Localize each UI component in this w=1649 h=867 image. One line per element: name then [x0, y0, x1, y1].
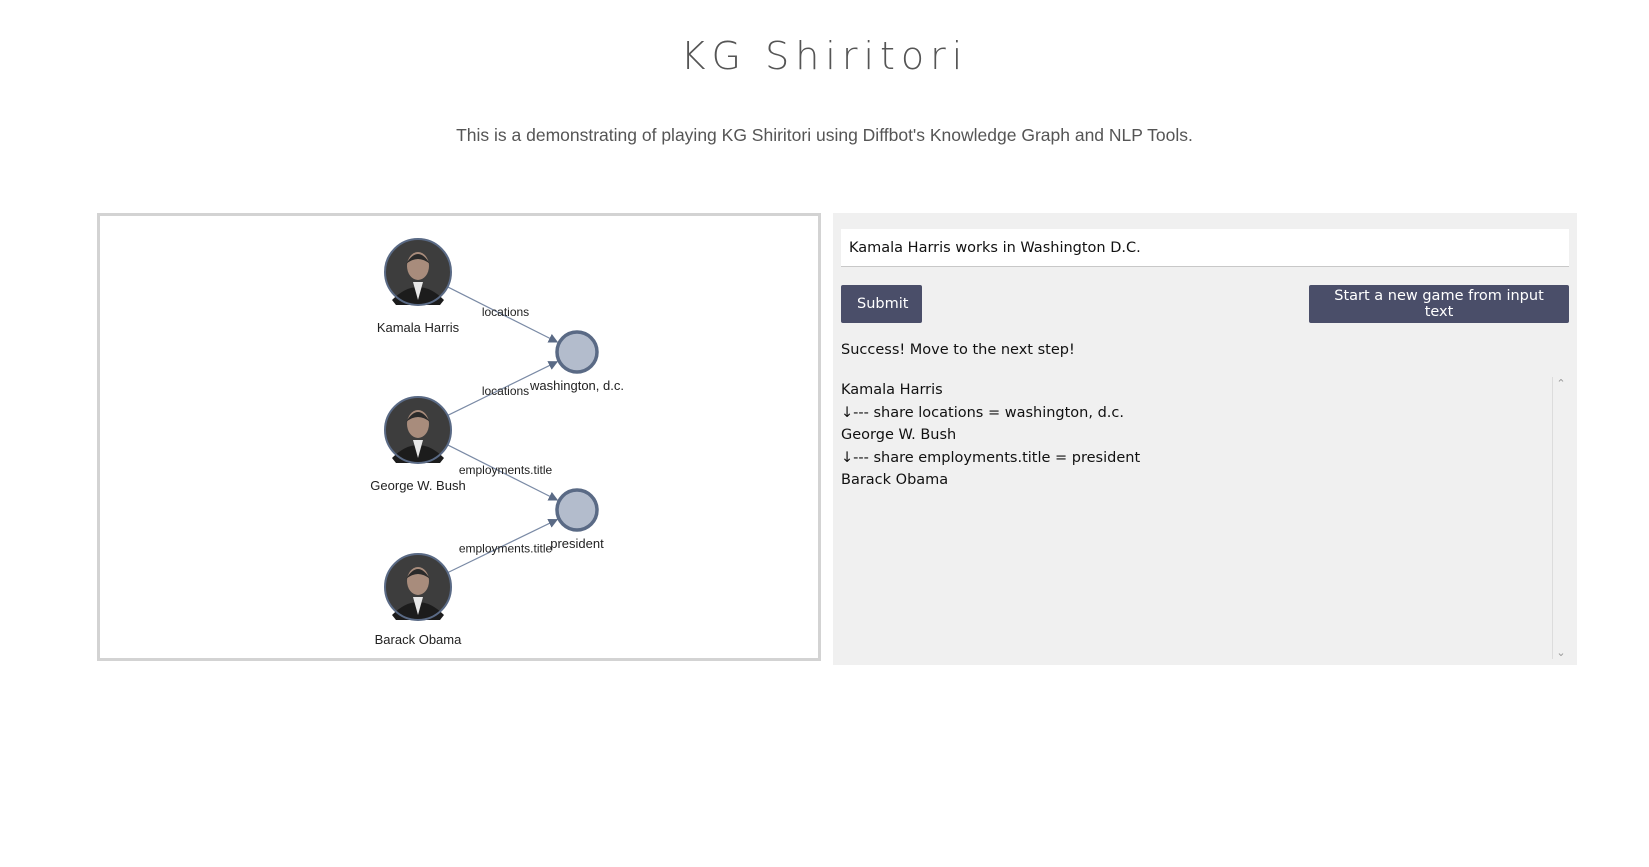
chain-line: Barack Obama [841, 472, 949, 488]
scroll-down-icon[interactable]: ⌄ [1553, 646, 1569, 659]
graph-canvas[interactable]: locations locations employments.title emplo… [100, 216, 818, 658]
graph-node-obama[interactable]: Barack Obama [375, 553, 462, 647]
status-message: Success! Move to the next step! [841, 342, 1075, 358]
graph-node-label: Barack Obama [375, 632, 462, 647]
graph-node-label: Kamala Harris [377, 320, 460, 335]
graph-node-president[interactable]: president [550, 488, 604, 551]
graph-edge-label: locations [482, 305, 529, 319]
shiritori-chain-output: Kamala Harris ↓--- share locations = was… [841, 379, 1559, 659]
graph-node-label: president [550, 536, 604, 551]
graph-node-label: washington, d.c. [529, 378, 624, 393]
knowledge-graph-panel[interactable]: locations locations employments.title emplo… [97, 213, 821, 661]
submit-button[interactable]: Submit [841, 285, 922, 323]
new-game-button[interactable]: Start a new game from input text [1309, 285, 1569, 323]
input-text-field[interactable] [841, 229, 1569, 267]
page-title: KG Shiritori [680, 34, 969, 78]
graph-edge-label: employments.title [459, 542, 553, 556]
page-subtitle: This is a demonstrating of playing KG Sh… [456, 125, 1193, 145]
graph-edge-label: locations [482, 384, 529, 398]
game-panel: Submit Start a new game from input text … [833, 213, 1577, 665]
chain-line: Kamala Harris [841, 382, 943, 398]
graph-node-label: George W. Bush [370, 478, 465, 493]
graph-node-dc[interactable]: washington, d.c. [529, 330, 624, 393]
scroll-up-icon[interactable]: ⌃ [1553, 377, 1569, 390]
chain-line: ↓--- share locations = washington, d.c. [841, 404, 1124, 421]
graph-edge-label: employments.title [459, 463, 553, 477]
graph-node-kamala[interactable]: Kamala Harris [377, 238, 460, 335]
chain-line: George W. Bush [841, 427, 957, 443]
chain-line: ↓--- share employments.title = president [841, 449, 1141, 466]
chain-scrollbar[interactable]: ⌃ ⌄ [1552, 377, 1569, 659]
graph-node-bush[interactable]: George W. Bush [370, 396, 466, 493]
